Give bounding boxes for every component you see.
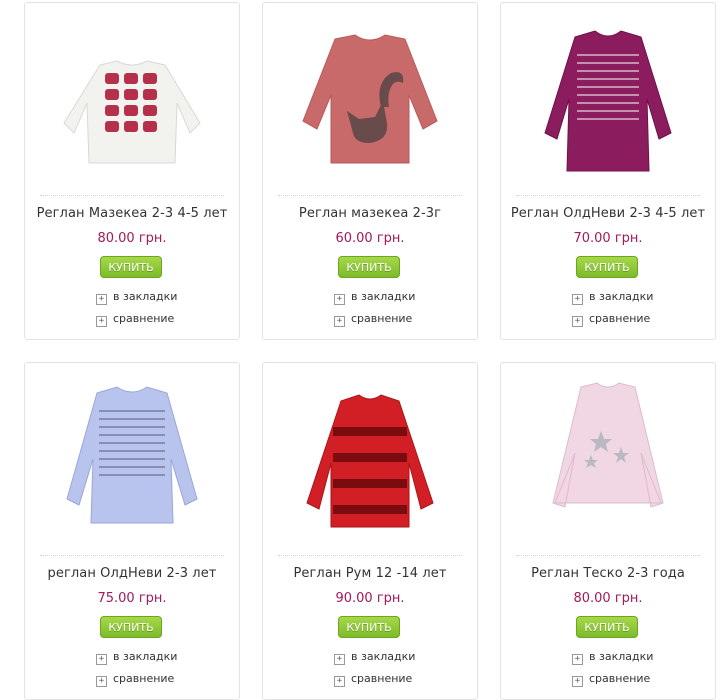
compare-link[interactable]: + сравнение bbox=[572, 312, 650, 327]
product-price: 80.00 грн. bbox=[573, 591, 643, 606]
product-card: Реглан Теско 2-3 года 80.00 грн. КУПИТЬ … bbox=[500, 362, 716, 700]
plus-icon: + bbox=[572, 676, 583, 687]
plus-icon: + bbox=[96, 676, 107, 687]
product-card: Реглан Рум 12 -14 лет 90.00 грн. КУПИТЬ … bbox=[262, 362, 478, 700]
product-price: 70.00 грн. bbox=[573, 231, 643, 246]
product-image[interactable] bbox=[263, 363, 477, 553]
product-card: Реглан ОлдНеви 2-3 4-5 лет 70.00 грн. КУ… bbox=[500, 2, 716, 340]
product-name[interactable]: Реглан Мазекеа 2-3 4-5 лет bbox=[25, 206, 239, 221]
compare-link[interactable]: + сравнение bbox=[334, 672, 412, 687]
product-image[interactable] bbox=[263, 3, 477, 193]
sweater-body bbox=[552, 382, 664, 508]
product-name[interactable]: Реглан ОлдНеви 2-3 4-5 лет bbox=[501, 206, 715, 221]
plus-icon: + bbox=[334, 676, 345, 687]
bookmark-link[interactable]: + в закладки bbox=[96, 290, 177, 305]
plus-icon: + bbox=[96, 316, 107, 327]
product-grid: Реглан Мазекеа 2-3 4-5 лет 80.00 грн. КУ… bbox=[0, 0, 726, 700]
compare-link[interactable]: + сравнение bbox=[96, 312, 174, 327]
product-card: Реглан Мазекеа 2-3 4-5 лет 80.00 грн. КУ… bbox=[24, 2, 240, 340]
plus-icon: + bbox=[572, 654, 583, 665]
product-name[interactable]: реглан ОлдНеви 2-3 лет bbox=[25, 566, 239, 581]
plus-icon: + bbox=[96, 294, 107, 305]
bookmark-link[interactable]: + в закладки bbox=[334, 290, 415, 305]
plus-icon: + bbox=[334, 316, 345, 327]
plus-icon: + bbox=[96, 654, 107, 665]
divider bbox=[516, 555, 700, 556]
product-price: 60.00 грн. bbox=[335, 231, 405, 246]
plus-icon: + bbox=[334, 294, 345, 305]
divider bbox=[516, 195, 700, 196]
bookmark-link[interactable]: + в закладки bbox=[334, 650, 415, 665]
product-image[interactable] bbox=[501, 363, 715, 553]
sweater-body bbox=[544, 30, 672, 172]
product-image[interactable] bbox=[25, 3, 239, 193]
sweater-body bbox=[302, 34, 438, 164]
compare-link[interactable]: + сравнение bbox=[96, 672, 174, 687]
product-price: 90.00 грн. bbox=[335, 591, 405, 606]
compare-link[interactable]: + сравнение bbox=[334, 312, 412, 327]
product-card: реглан ОлдНеви 2-3 лет 75.00 грн. КУПИТЬ… bbox=[24, 362, 240, 700]
product-price: 75.00 грн. bbox=[97, 591, 167, 606]
divider bbox=[40, 195, 224, 196]
product-name[interactable]: Реглан мазекеа 2-3г bbox=[263, 206, 477, 221]
buy-button[interactable]: КУПИТЬ bbox=[100, 256, 162, 278]
plus-icon: + bbox=[572, 316, 583, 327]
product-name[interactable]: Реглан Рум 12 -14 лет bbox=[263, 566, 477, 581]
divider bbox=[278, 555, 462, 556]
product-image[interactable] bbox=[501, 3, 715, 193]
compare-link[interactable]: + сравнение bbox=[572, 672, 650, 687]
bookmark-link[interactable]: + в закладки bbox=[96, 650, 177, 665]
divider bbox=[40, 555, 224, 556]
buy-button[interactable]: КУПИТЬ bbox=[576, 616, 638, 638]
buy-button[interactable]: КУПИТЬ bbox=[338, 256, 400, 278]
sweater-body bbox=[66, 386, 198, 524]
plus-icon: + bbox=[572, 294, 583, 305]
product-price: 80.00 грн. bbox=[97, 231, 167, 246]
buy-button[interactable]: КУПИТЬ bbox=[338, 616, 400, 638]
product-name[interactable]: Реглан Теско 2-3 года bbox=[501, 566, 715, 581]
buy-button[interactable]: КУПИТЬ bbox=[576, 256, 638, 278]
bookmark-link[interactable]: + в закладки bbox=[572, 290, 653, 305]
divider bbox=[278, 195, 462, 196]
product-image[interactable] bbox=[25, 363, 239, 553]
buy-button[interactable]: КУПИТЬ bbox=[100, 616, 162, 638]
product-card: Реглан мазекеа 2-3г 60.00 грн. КУПИТЬ + в… bbox=[262, 2, 478, 340]
plus-icon: + bbox=[334, 654, 345, 665]
bookmark-link[interactable]: + в закладки bbox=[572, 650, 653, 665]
